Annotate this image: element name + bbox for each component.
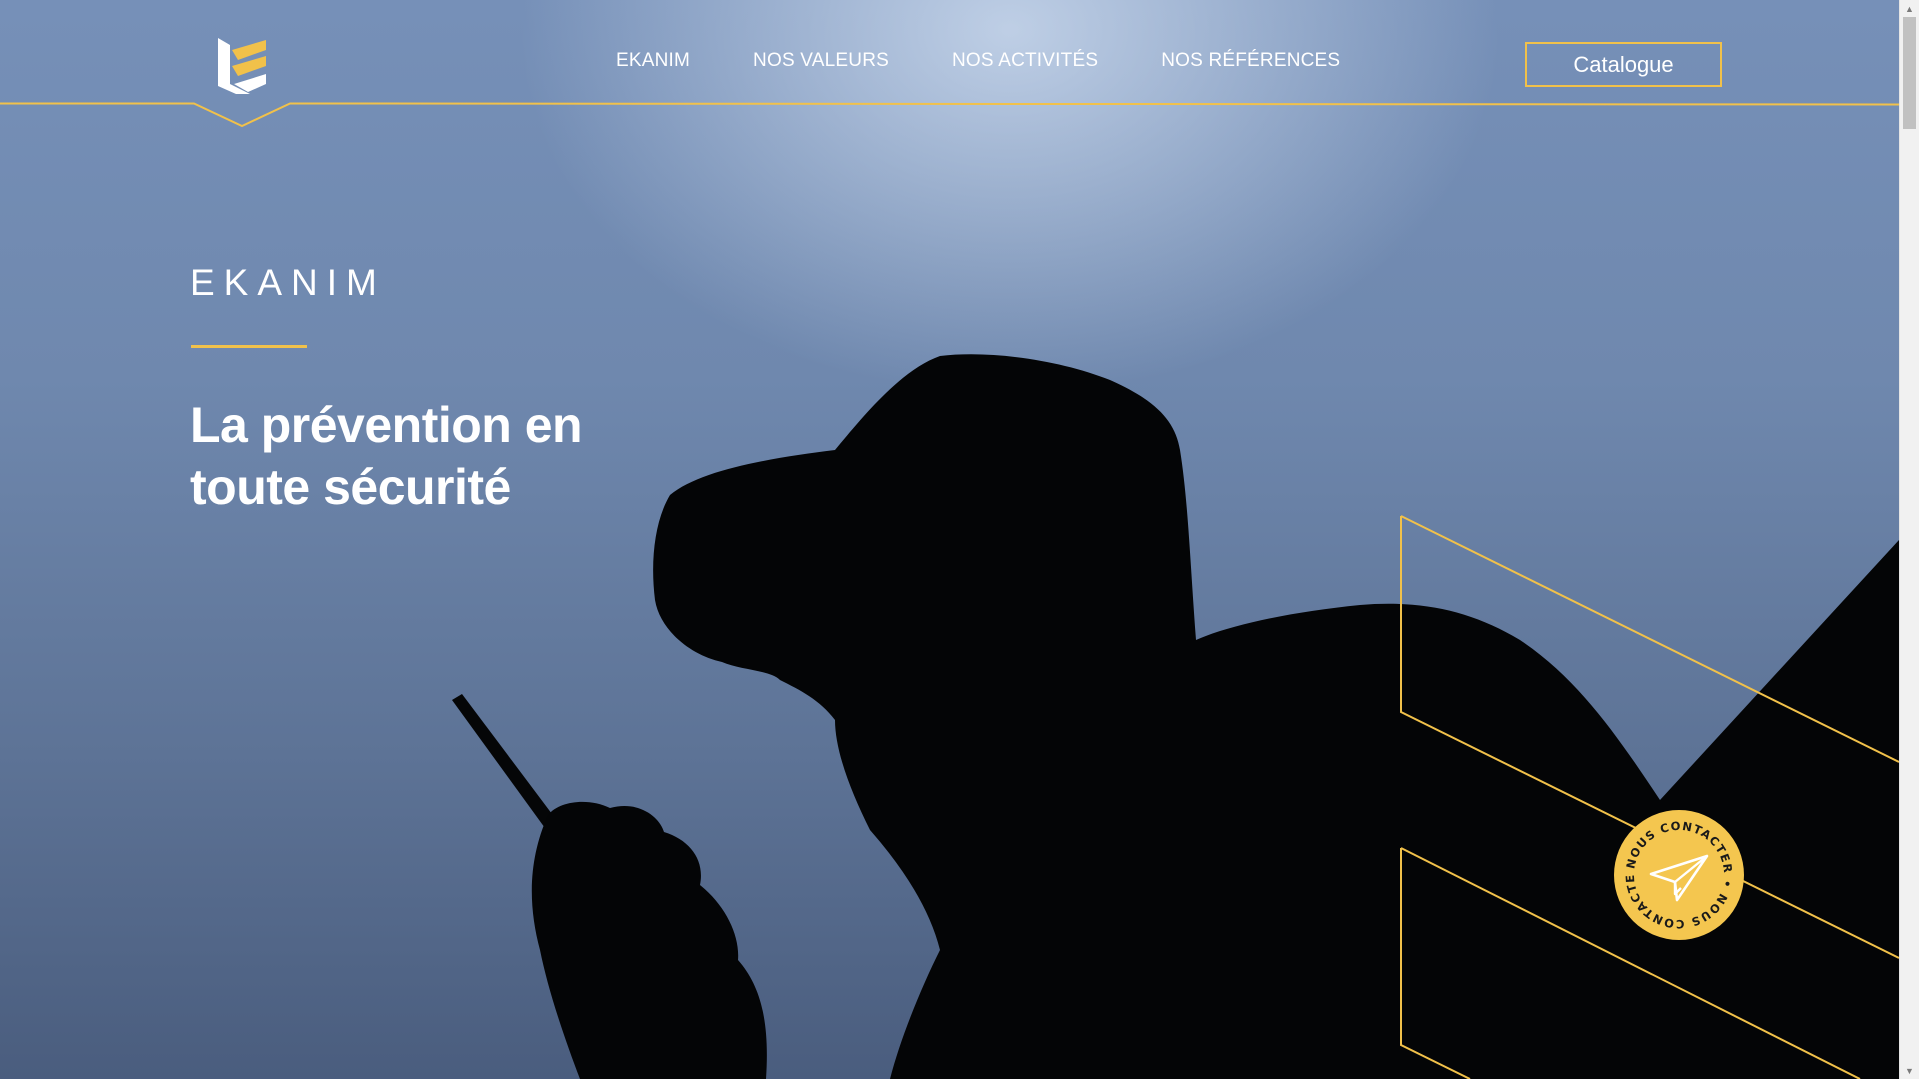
ekanim-e-logo-icon[interactable]: [214, 36, 270, 96]
hero-brand-underline: [191, 345, 307, 348]
nav-item-nos-activites[interactable]: NOS ACTIVITÉS: [952, 50, 1098, 72]
main-nav: EKANIM NOS VALEURS NOS ACTIVITÉS NOS RÉF…: [616, 50, 1340, 72]
page-scrollbar[interactable]: ▲ ▼: [1899, 0, 1919, 1079]
nous-contacter-button[interactable]: NOUS CONTACTER • NOUS CONTACTER •: [1614, 810, 1744, 940]
scroll-up-arrow-icon[interactable]: ▲: [1900, 0, 1919, 17]
catalogue-button[interactable]: Catalogue: [1525, 42, 1722, 87]
scrollbar-thumb[interactable]: [1903, 17, 1916, 129]
paper-plane-icon: [1649, 854, 1709, 902]
page: EKANIM NOS VALEURS NOS ACTIVITÉS NOS RÉF…: [0, 0, 1919, 1079]
hero-headline-line-2: toute sécurité: [190, 459, 511, 515]
nav-item-nos-valeurs[interactable]: NOS VALEURS: [753, 50, 889, 72]
nav-item-nos-references[interactable]: NOS RÉFÉRENCES: [1161, 50, 1340, 72]
contact-ring-text: NOUS CONTACTER • NOUS CONTACTER •: [1614, 810, 1735, 931]
nav-item-ekanim[interactable]: EKANIM: [616, 50, 690, 72]
hero-headline: La prévention en toute sécurité: [190, 394, 790, 518]
scroll-down-arrow-icon[interactable]: ▼: [1900, 1062, 1919, 1079]
hero-brand-name: EKANIM: [190, 262, 386, 303]
hero-headline-line-1: La prévention en: [190, 397, 583, 453]
